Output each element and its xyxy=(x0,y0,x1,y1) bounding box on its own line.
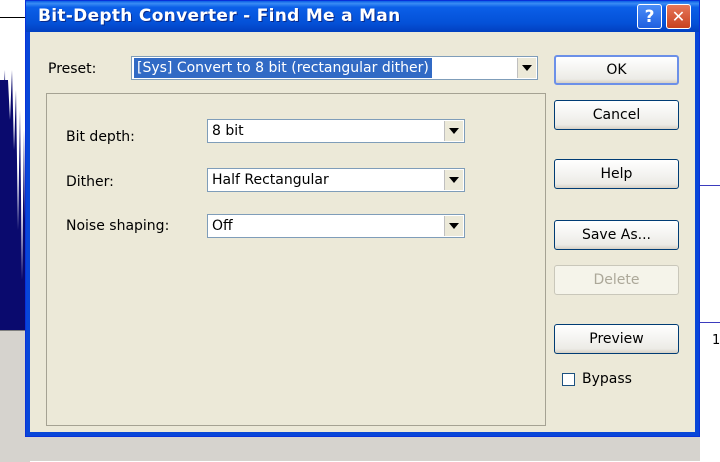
preset-selected-value: [Sys] Convert to 8 bit (rectangular dith… xyxy=(134,58,432,78)
help-button[interactable]: Help xyxy=(554,159,679,189)
question-mark-glyph: ? xyxy=(644,6,655,27)
dropdown-arrow-button[interactable] xyxy=(444,216,463,236)
bit-depth-label: Bit depth: xyxy=(66,129,135,145)
delete-button[interactable]: Delete xyxy=(554,265,679,295)
title-bar[interactable]: Bit-Depth Converter - Find Me a Man ? ✕ xyxy=(26,1,699,32)
help-icon[interactable]: ? xyxy=(637,4,662,29)
dropdown-arrow-button[interactable] xyxy=(444,170,463,190)
chevron-down-icon xyxy=(522,65,532,71)
window-title: Bit-Depth Converter - Find Me a Man xyxy=(38,6,401,26)
close-icon[interactable]: ✕ xyxy=(666,4,691,29)
background-divider xyxy=(700,322,720,323)
preset-dropdown[interactable]: [Sys] Convert to 8 bit (rectangular dith… xyxy=(131,56,538,80)
bit-depth-dropdown[interactable]: 8 bit xyxy=(207,119,465,143)
save-as-button[interactable]: Save As... xyxy=(554,220,679,250)
bit-depth-value: 8 bit xyxy=(212,123,244,139)
dither-value: Half Rectangular xyxy=(212,172,329,188)
bypass-label: Bypass xyxy=(582,371,632,387)
noise-shaping-dropdown[interactable]: Off xyxy=(207,214,465,238)
preset-label: Preset: xyxy=(48,61,97,77)
dither-label: Dither: xyxy=(66,174,114,190)
background-panel xyxy=(700,0,720,461)
noise-shaping-value: Off xyxy=(212,218,233,234)
ok-button[interactable]: OK xyxy=(554,55,679,85)
dropdown-arrow-button[interactable] xyxy=(444,121,463,141)
bypass-checkbox[interactable] xyxy=(562,373,575,386)
dropdown-arrow-button[interactable] xyxy=(517,58,536,78)
window-border xyxy=(695,32,699,436)
ruler-label: 1 xyxy=(712,333,720,348)
noise-shaping-label: Noise shaping: xyxy=(66,218,170,234)
close-x-glyph: ✕ xyxy=(671,7,686,26)
window-border xyxy=(26,32,30,436)
chevron-down-icon xyxy=(449,177,459,183)
preview-button[interactable]: Preview xyxy=(554,324,679,354)
chevron-down-icon xyxy=(449,128,459,134)
chevron-down-icon xyxy=(449,223,459,229)
dither-dropdown[interactable]: Half Rectangular xyxy=(207,168,465,192)
window-border xyxy=(26,432,699,436)
background-divider xyxy=(700,185,720,186)
cancel-button[interactable]: Cancel xyxy=(554,100,679,130)
bit-depth-converter-dialog: Bit-Depth Converter - Find Me a Man ? ✕ … xyxy=(25,0,700,437)
